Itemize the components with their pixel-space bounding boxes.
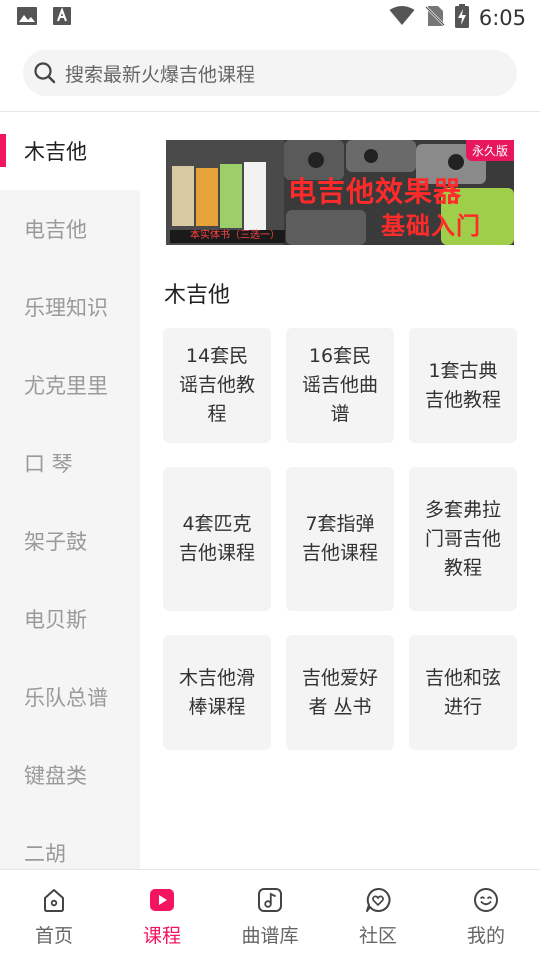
course-card[interactable]: 14套民谣吉他教程 xyxy=(163,328,271,443)
search-area: 搜索最新火爆吉他课程 xyxy=(0,36,540,112)
sidebar-item-erhu[interactable]: 二胡 xyxy=(0,814,140,869)
wifi-icon xyxy=(389,6,415,30)
main-content: 永久版 电吉他效果器 基础入门 本实体书（三选一） 木吉他 14套民谣吉他教程 … xyxy=(140,112,540,869)
banner-title-line2: 基础入门 xyxy=(381,212,481,240)
nav-label: 首页 xyxy=(34,925,73,947)
status-bar: 6:05 xyxy=(0,0,540,36)
chat-heart-icon xyxy=(364,886,392,914)
nav-score-library[interactable]: 曲谱库 xyxy=(216,870,324,960)
play-icon xyxy=(148,886,176,914)
nav-label: 课程 xyxy=(142,925,181,947)
nav-profile[interactable]: 我的 xyxy=(432,870,540,960)
sidebar-item-ukulele[interactable]: 尤克里里 xyxy=(0,346,140,424)
nav-community[interactable]: 社区 xyxy=(324,870,432,960)
sidebar-item-drums[interactable]: 架子鼓 xyxy=(0,502,140,580)
promo-banner[interactable]: 永久版 电吉他效果器 基础入门 本实体书（三选一） xyxy=(166,140,514,245)
sidebar-item-acoustic-guitar[interactable]: 木吉他 xyxy=(0,112,140,190)
sidebar-item-band-score[interactable]: 乐队总谱 xyxy=(0,658,140,736)
smile-icon xyxy=(472,886,500,914)
banner-title-line1: 电吉他效果器 xyxy=(288,175,463,208)
course-card[interactable]: 4套匹克吉他课程 xyxy=(163,467,271,611)
search-input[interactable]: 搜索最新火爆吉他课程 xyxy=(23,50,517,96)
battery-charging-icon xyxy=(454,4,469,32)
search-icon xyxy=(33,61,57,85)
nav-label: 我的 xyxy=(466,925,505,947)
sidebar-item-keyboard[interactable]: 键盘类 xyxy=(0,736,140,814)
bottom-nav: 首页 课程 曲谱库 社区 我的 xyxy=(0,869,540,960)
sidebar-item-harmonica[interactable]: 口 琴 xyxy=(0,424,140,502)
music-note-icon xyxy=(256,886,284,914)
category-sidebar: 木吉他 电吉他 乐理知识 尤克里里 口 琴 架子鼓 电贝斯 乐队总谱 键盘类 二… xyxy=(0,112,140,869)
sidebar-item-music-theory[interactable]: 乐理知识 xyxy=(0,268,140,346)
course-card[interactable]: 吉他和弦进行 xyxy=(409,635,517,750)
no-sim-icon xyxy=(424,5,445,31)
home-icon xyxy=(40,886,68,914)
nav-home[interactable]: 首页 xyxy=(0,870,108,960)
sidebar-item-electric-guitar[interactable]: 电吉他 xyxy=(0,190,140,268)
app-screen: 6:05 搜索最新火爆吉他课程 木吉他 电吉他 乐理知识 尤克里里 口 琴 架子… xyxy=(0,0,540,960)
banner-tag: 永久版 xyxy=(465,140,514,161)
course-card[interactable]: 吉他爱好者 丛书 xyxy=(286,635,394,750)
course-card[interactable]: 1套古典吉他教程 xyxy=(409,328,517,443)
nav-label: 曲谱库 xyxy=(241,925,299,947)
status-time: 6:05 xyxy=(478,6,526,30)
course-card[interactable]: 木吉他滑棒课程 xyxy=(163,635,271,750)
section-title: 木吉他 xyxy=(164,283,231,308)
course-card[interactable]: 多套弗拉门哥吉他教程 xyxy=(409,467,517,611)
nav-label: 社区 xyxy=(358,925,397,947)
banner-subtitle: 本实体书（三选一） xyxy=(190,230,280,241)
sidebar-item-bass[interactable]: 电贝斯 xyxy=(0,580,140,658)
nav-courses[interactable]: 课程 xyxy=(108,870,216,960)
search-placeholder: 搜索最新火爆吉他课程 xyxy=(65,63,256,86)
font-a-icon xyxy=(52,6,72,30)
course-card[interactable]: 16套民谣吉他曲谱 xyxy=(286,328,394,443)
image-icon xyxy=(16,6,38,30)
course-card[interactable]: 7套指弹吉他课程 xyxy=(286,467,394,611)
